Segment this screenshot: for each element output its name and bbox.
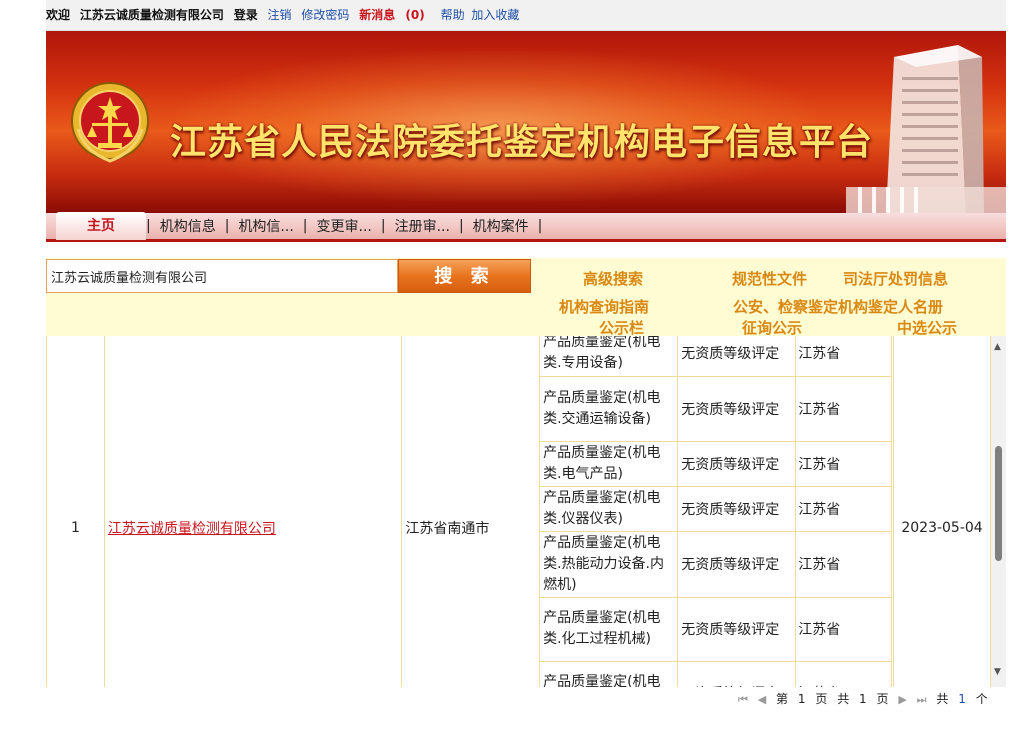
current-page: 1 <box>797 692 806 706</box>
scope-level: 无资质等级评定 <box>677 376 797 442</box>
org-query-guide-link[interactable]: 机构查询指南 <box>559 296 649 317</box>
pager: ⏮ ◀ 第 1 页 共 1 页 ▶ ⏭ 共 1 个 <box>738 690 994 707</box>
total-prefix: 共 <box>837 692 850 706</box>
count-suffix: 个 <box>975 692 988 706</box>
scope-cell: 产品质量鉴定(机电类.专用设备) 无资质等级评定 江苏省 产品质量鉴定(机电类.… <box>539 336 895 687</box>
user-company: 江苏云诚质量检测有限公司 <box>79 8 224 22</box>
nav-home[interactable]: 主页 <box>56 212 146 240</box>
company-link[interactable]: 江苏云诚质量检测有限公司 <box>108 521 276 537</box>
row-index: 1 <box>46 336 105 687</box>
scope-type: 产品质量鉴定(机电类.仪器仪表) <box>540 486 679 532</box>
selection-notice-link[interactable]: 中选公示 <box>897 317 957 338</box>
scope-region: 江苏省 <box>795 531 893 598</box>
page-suffix: 页 <box>815 692 828 706</box>
scope-level: 无资质等级评定 <box>677 486 797 532</box>
total-pages: 1 <box>859 692 867 706</box>
scope-region: 江苏省 <box>795 336 893 377</box>
main-nav: 主页 | 机构信息 | 机构信... | 变更审... | 注册审... | 机… <box>46 212 1006 242</box>
search-input[interactable] <box>46 259 398 293</box>
message-count: (0) <box>405 8 425 22</box>
scope-region: 江苏省 <box>795 376 893 442</box>
scope-table: 产品质量鉴定(机电类.专用设备) 无资质等级评定 江苏省 产品质量鉴定(机电类.… <box>540 336 893 687</box>
nav-org-cases[interactable]: 机构案件 <box>464 216 538 236</box>
first-page-icon[interactable]: ⏮ <box>738 693 748 706</box>
scope-region: 江苏省 <box>795 597 893 662</box>
company-cell: 江苏云诚质量检测有限公司 <box>103 336 403 687</box>
scroll-thumb[interactable] <box>995 446 1002 561</box>
table-scrollbar[interactable]: ▲ ▼ <box>991 336 1006 687</box>
results-table: 1 江苏云诚质量检测有限公司 江苏省南通市 产品质量鉴定(机电类.专用设备) 无… <box>46 336 991 687</box>
search-panel: 搜 索 高级搜索 规范性文件 司法厅处罚信息 机构查询指南 公安、检察鉴定机构鉴… <box>46 258 1006 338</box>
scope-level: 无资质等级评定 <box>677 597 797 662</box>
help-link[interactable]: 帮助 <box>441 8 465 22</box>
scope-region: 江苏省 <box>795 661 893 687</box>
table-row: 产品质量鉴定(机电类.化工过程设备) 无资质等级评定 江苏省 <box>540 661 893 687</box>
scope-type: 产品质量鉴定(机电类.专用设备) <box>540 336 679 377</box>
prev-page-icon[interactable]: ◀ <box>758 693 766 706</box>
login-link[interactable]: 登录 <box>234 8 258 22</box>
scope-region: 江苏省 <box>795 486 893 532</box>
appraiser-roster-link[interactable]: 公安、检察鉴定机构鉴定人名册 <box>733 296 943 317</box>
site-title: 江苏省人民法院委托鉴定机构电子信息平台 <box>170 121 874 163</box>
page-prefix: 第 <box>776 692 789 706</box>
header-banner: 江苏省人民法院委托鉴定机构电子信息平台 <box>46 31 1006 213</box>
table-row: 产品质量鉴定(机电类.专用设备) 无资质等级评定 江苏省 <box>540 336 893 377</box>
nav-registration-review[interactable]: 注册审... <box>386 216 459 236</box>
table-row: 产品质量鉴定(机电类.热能动力设备.内燃机) 无资质等级评定 江苏省 <box>540 531 893 598</box>
court-building-image <box>846 45 1006 213</box>
last-page-icon[interactable]: ⏭ <box>917 693 927 706</box>
scope-level: 无资质等级评定 <box>677 441 797 487</box>
nav-org-info-2[interactable]: 机构信... <box>229 216 302 236</box>
table-row: 产品质量鉴定(机电类.交通运输设备) 无资质等级评定 江苏省 <box>540 376 893 442</box>
nav-change-review[interactable]: 变更审... <box>308 216 381 236</box>
table-row: 产品质量鉴定(机电类.仪器仪表) 无资质等级评定 江苏省 <box>540 486 893 532</box>
new-messages-label: 新消息 <box>359 8 396 22</box>
city-cell: 江苏省南通市 <box>401 336 541 687</box>
scope-region: 江苏省 <box>795 441 893 487</box>
count-prefix: 共 <box>936 692 949 706</box>
table-row: 产品质量鉴定(机电类.化工过程机械) 无资质等级评定 江苏省 <box>540 597 893 662</box>
next-page-icon[interactable]: ▶ <box>898 693 906 706</box>
court-emblem-icon <box>71 82 149 163</box>
nav-separator: | <box>537 218 543 234</box>
welcome-text: 欢迎 <box>46 8 71 22</box>
scope-type: 产品质量鉴定(机电类.热能动力设备.内燃机) <box>540 531 679 598</box>
search-button[interactable]: 搜 索 <box>398 259 531 293</box>
nav-org-info[interactable]: 机构信息 <box>151 216 225 236</box>
change-password-link[interactable]: 修改密码 <box>301 8 349 22</box>
scroll-down-arrow-icon[interactable]: ▼ <box>994 667 1001 677</box>
add-favorite-link[interactable]: 加入收藏 <box>471 8 519 22</box>
normative-docs-link[interactable]: 规范性文件 <box>732 268 807 289</box>
scope-level: 无资质等级评定 <box>677 336 797 377</box>
record-count: 1 <box>958 692 966 706</box>
scope-level: 无资质等级评定 <box>677 531 797 598</box>
results-table-area: 1 江苏云诚质量检测有限公司 江苏省南通市 产品质量鉴定(机电类.专用设备) 无… <box>46 336 991 687</box>
scope-type: 产品质量鉴定(机电类.电气产品) <box>540 441 679 487</box>
scope-type: 产品质量鉴定(机电类.交通运输设备) <box>540 376 679 442</box>
bulletin-link[interactable]: 公示栏 <box>599 317 644 338</box>
top-bar: 欢迎 江苏云诚质量检测有限公司 登录 注销 修改密码 新消息 (0) 帮助 加入… <box>46 0 1006 31</box>
new-messages-link[interactable]: 新消息 (0) <box>359 8 431 22</box>
solicitation-notice-link[interactable]: 征询公示 <box>742 317 802 338</box>
table-row: 1 江苏云诚质量检测有限公司 江苏省南通市 产品质量鉴定(机电类.专用设备) 无… <box>46 336 991 687</box>
advanced-search-link[interactable]: 高级搜索 <box>583 268 643 289</box>
table-row: 产品质量鉴定(机电类.电气产品) 无资质等级评定 江苏省 <box>540 441 893 487</box>
scope-level: 无资质等级评定 <box>677 661 797 687</box>
scroll-up-arrow-icon[interactable]: ▲ <box>994 342 1001 352</box>
total-pages-suffix: 页 <box>876 692 889 706</box>
date-cell: 2023-05-04 <box>893 336 991 687</box>
scope-type: 产品质量鉴定(机电类.化工过程设备) <box>540 661 679 687</box>
logout-link[interactable]: 注销 <box>268 8 292 22</box>
scope-type: 产品质量鉴定(机电类.化工过程机械) <box>540 597 679 662</box>
penalty-info-link[interactable]: 司法厅处罚信息 <box>843 268 948 289</box>
